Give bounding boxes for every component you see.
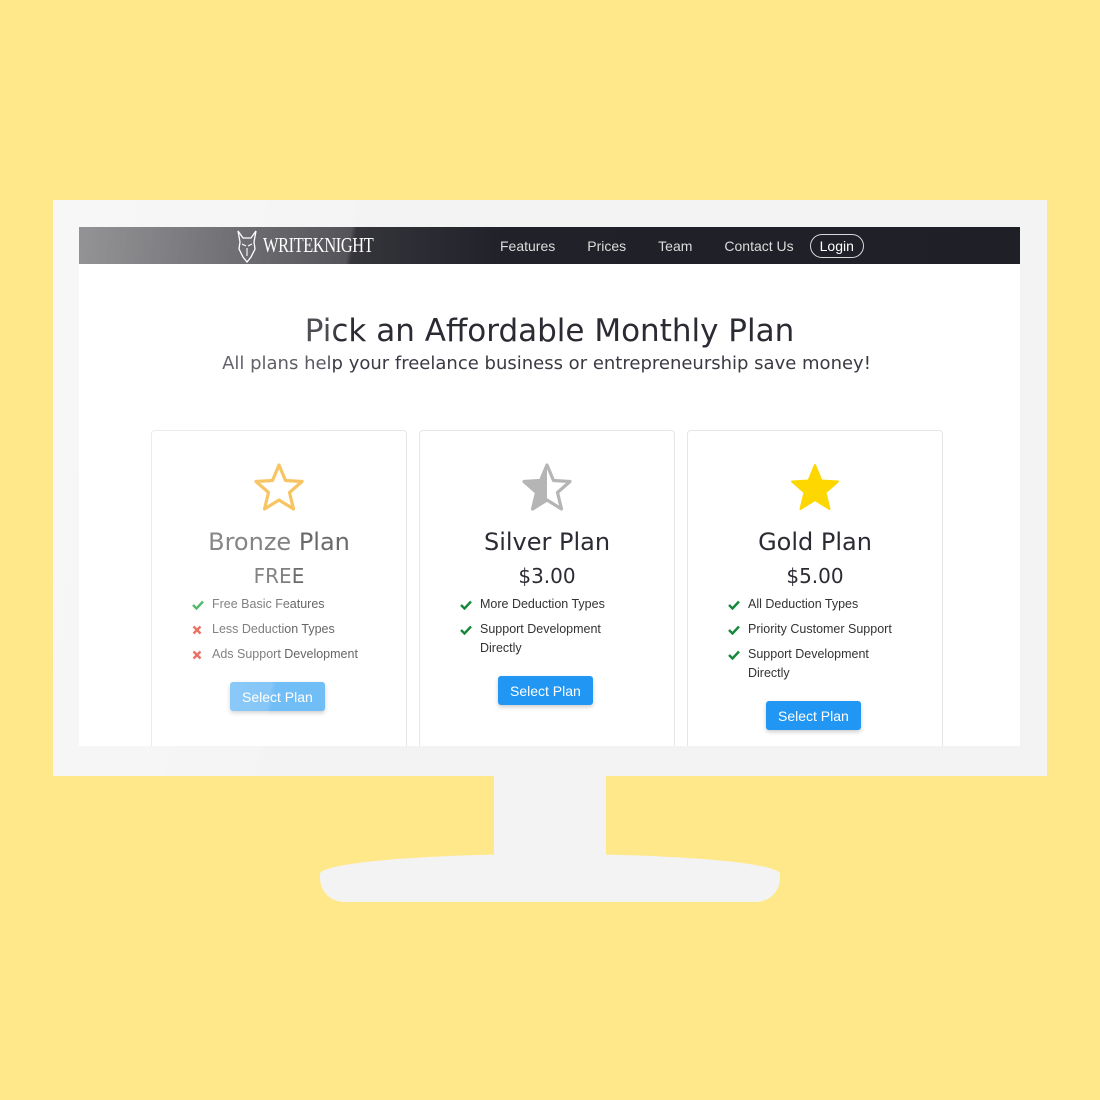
feature-item: Free Basic Features [192, 595, 382, 614]
nav-link-features[interactable]: Features [500, 238, 555, 254]
feature-list: More Deduction Types Support Development… [460, 595, 650, 664]
feature-text: All Deduction Types [748, 597, 859, 611]
page-title: Pick an Affordable Monthly Plan [304, 313, 795, 349]
plan-name: Gold Plan [758, 528, 872, 556]
select-plan-button-bronze[interactable]: Select Plan [230, 682, 325, 711]
navbar: WRITEKNIGHT Features Prices Team Contact… [79, 227, 1020, 264]
check-icon [728, 620, 741, 639]
cross-icon [192, 645, 205, 664]
feature-item: Ads Support Development [192, 645, 382, 664]
feature-item: All Deduction Types [728, 595, 918, 614]
plan-price: $3.00 [518, 564, 576, 588]
feature-text: Free Basic Features [212, 597, 325, 611]
cross-icon [192, 620, 205, 639]
website-screen: WRITEKNIGHT Features Prices Team Contact… [79, 227, 1020, 746]
feature-text: More Deduction Types [480, 597, 605, 611]
knight-helmet-icon [237, 230, 257, 263]
feature-text: Support Development Directly [748, 647, 869, 680]
feature-list: Free Basic Features Less Deduction Types… [192, 595, 382, 670]
nav-links: Features Prices Team Contact Us Login [500, 227, 864, 264]
feature-text: Support Development Directly [480, 622, 601, 655]
feature-item: Support Development Directly [460, 620, 650, 658]
star-outline-icon [254, 463, 304, 511]
feature-text: Priority Customer Support [748, 622, 892, 636]
monitor-base [320, 854, 780, 902]
plan-name: Bronze Plan [208, 528, 350, 556]
feature-item: Priority Customer Support [728, 620, 918, 639]
check-icon [192, 595, 205, 614]
star-half-icon [522, 463, 572, 511]
star-filled-icon [791, 464, 839, 510]
feature-item: More Deduction Types [460, 595, 650, 614]
check-icon [460, 620, 473, 639]
login-button[interactable]: Login [809, 233, 864, 258]
feature-text: Less Deduction Types [212, 622, 335, 636]
plan-name: Silver Plan [483, 528, 611, 556]
page-subtitle: All plans help your freelance business o… [222, 353, 871, 374]
plan-card-silver: Silver Plan $3.00 More Deduction Types S… [419, 430, 675, 746]
plan-price: FREE [253, 564, 305, 588]
plan-card-bronze: Bronze Plan FREE Free Basic Features Les… [151, 430, 407, 746]
feature-text: Ads Support Development [212, 647, 358, 661]
nav-link-contact-us[interactable]: Contact Us [724, 238, 793, 254]
plan-card-gold: Gold Plan $5.00 All Deduction Types Prio… [687, 430, 943, 746]
check-icon [460, 595, 473, 614]
check-icon [728, 645, 741, 664]
feature-item: Less Deduction Types [192, 620, 382, 639]
nav-link-prices[interactable]: Prices [587, 238, 626, 254]
monitor-stand [494, 776, 606, 858]
plan-price: $5.00 [786, 564, 844, 588]
feature-item: Support Development Directly [728, 645, 918, 683]
brand-name: WRITEKNIGHT [263, 233, 374, 257]
nav-link-team[interactable]: Team [658, 238, 692, 254]
select-plan-button-silver[interactable]: Select Plan [498, 676, 593, 705]
brand-logo[interactable]: WRITEKNIGHT [235, 228, 404, 263]
check-icon [728, 595, 741, 614]
select-plan-button-gold[interactable]: Select Plan [766, 701, 861, 730]
feature-list: All Deduction Types Priority Customer Su… [728, 595, 918, 689]
